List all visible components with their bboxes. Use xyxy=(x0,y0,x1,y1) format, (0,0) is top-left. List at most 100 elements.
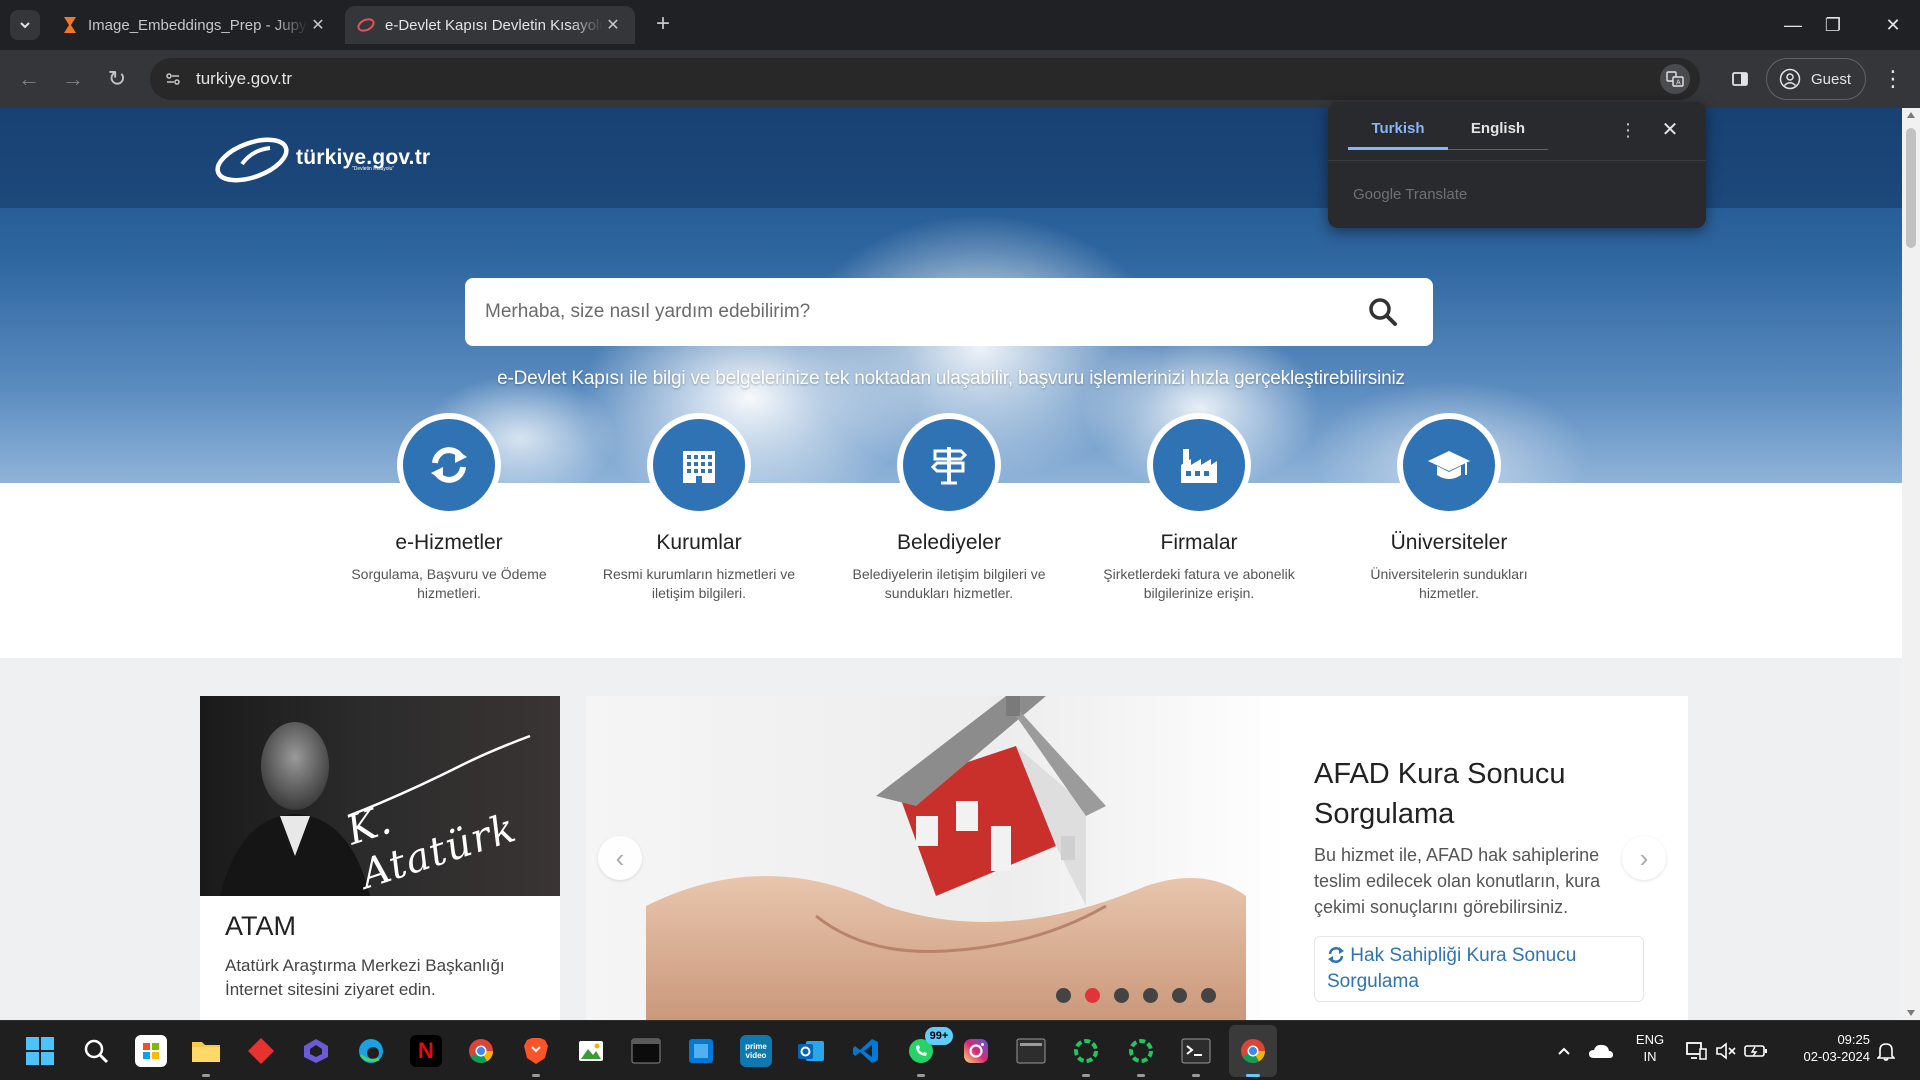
slide-link-button[interactable]: Hak Sahipliği Kura Sonucu Sorgulama xyxy=(1314,936,1644,1002)
brave-browser-icon[interactable] xyxy=(520,1035,552,1067)
translate-icon[interactable]: A xyxy=(1660,64,1690,94)
network-icon[interactable] xyxy=(1680,1035,1712,1067)
clock[interactable]: 09:25 02-03-2024 xyxy=(1780,1031,1871,1065)
category-title: e-Hizmetler xyxy=(395,531,503,554)
window-close-button[interactable]: ✕ xyxy=(1870,10,1916,40)
logo-tagline: "Devletin Kısayolu" xyxy=(352,166,395,172)
hero-tagline: e-Devlet Kapısı ile bilgi ve belgelerini… xyxy=(497,368,1405,389)
new-tab-button[interactable]: + xyxy=(650,12,676,38)
site-logo[interactable]: türkiye.gov.tr "Devletin Kısayolu" xyxy=(212,128,430,188)
side-panel-icon[interactable] xyxy=(1725,64,1755,94)
slider-dot[interactable] xyxy=(1172,988,1187,1003)
factory-icon xyxy=(1181,449,1217,483)
windows-taskbar: N prime video 99+ ENG IN 09:25 02-03-202… xyxy=(0,1020,1920,1080)
tab-search-button[interactable] xyxy=(10,10,40,40)
forward-button[interactable]: → xyxy=(58,64,88,94)
slider-dot[interactable] xyxy=(1114,988,1129,1003)
translate-brand: Google Translate xyxy=(1353,186,1468,203)
copilot-icon[interactable] xyxy=(300,1035,332,1067)
photos-app-icon[interactable] xyxy=(575,1035,607,1067)
slider-dot[interactable] xyxy=(1143,988,1158,1003)
terminal-icon[interactable] xyxy=(1180,1035,1212,1067)
running-indicator xyxy=(1192,1074,1200,1077)
file-explorer-icon[interactable] xyxy=(190,1035,222,1067)
chrome-icon[interactable] xyxy=(465,1035,497,1067)
running-indicator xyxy=(532,1074,540,1077)
scrollbar-thumb[interactable] xyxy=(1906,128,1916,248)
close-icon[interactable]: ✕ xyxy=(1658,118,1682,142)
category-title: Kurumlar xyxy=(656,531,742,554)
slider-dot-active[interactable] xyxy=(1085,988,1100,1003)
loading-ring-icon[interactable] xyxy=(1125,1035,1157,1067)
news-slider: ‹ › AFAD Kura Sonucu Sorgulama Bu hizmet… xyxy=(586,696,1688,1020)
tab-edevlet[interactable]: e-Devlet Kapısı Devletin Kısayolu ✕ xyxy=(345,6,635,44)
slide-link-label: Hak Sahipliği Kura Sonucu Sorgulama xyxy=(1327,945,1577,992)
category-title: Belediyeler xyxy=(897,531,1001,554)
windows-start-icon[interactable] xyxy=(24,1035,56,1067)
close-icon[interactable]: ✕ xyxy=(603,15,623,35)
slider-prev-button[interactable]: ‹ xyxy=(598,836,642,880)
window-app-icon[interactable] xyxy=(1015,1035,1047,1067)
page-viewport: türkiye.gov.tr "Devletin Kısayolu" e-Dev… xyxy=(0,108,1902,1020)
close-icon[interactable]: ✕ xyxy=(308,15,328,35)
logo-swoosh-icon xyxy=(215,137,289,183)
search-box xyxy=(465,278,1433,346)
search-input[interactable] xyxy=(485,278,1353,346)
category-title: Firmalar xyxy=(1160,531,1238,554)
slider-dot[interactable] xyxy=(1056,988,1071,1003)
scroll-up-arrow-icon[interactable] xyxy=(1907,112,1915,118)
speaker-muted-icon[interactable] xyxy=(1710,1035,1742,1067)
category-description: Şirketlerdeki fatura ve abonelik bilgile… xyxy=(1103,566,1295,601)
running-indicator xyxy=(917,1074,925,1077)
page-scrollbar[interactable] xyxy=(1902,108,1920,1020)
whatsapp-icon[interactable]: 99+ xyxy=(905,1027,953,1067)
netflix-icon[interactable]: N xyxy=(410,1035,442,1067)
terminal-app-icon[interactable] xyxy=(630,1035,662,1067)
chevron-up-icon[interactable] xyxy=(1548,1035,1580,1067)
building-icon xyxy=(683,451,715,483)
translate-source-tab[interactable]: Turkish xyxy=(1348,120,1448,150)
slider-dot[interactable] xyxy=(1201,988,1216,1003)
language-region: IN xyxy=(1643,1049,1657,1064)
signpost-icon xyxy=(930,447,968,485)
tab-jupyter[interactable]: Image_Embeddings_Prep - Jupyter ✕ xyxy=(50,6,340,44)
search-icon[interactable] xyxy=(80,1035,112,1067)
battery-icon[interactable] xyxy=(1740,1035,1772,1067)
category-description: Belediyelerin iletişim bilgileri ve sund… xyxy=(852,566,1046,601)
profile-button[interactable]: Guest xyxy=(1766,58,1866,100)
onedrive-cloud-icon[interactable] xyxy=(1585,1035,1617,1067)
input-language-indicator[interactable]: ENG IN xyxy=(1630,1031,1670,1065)
person-icon xyxy=(1779,68,1801,90)
notification-badge: 99+ xyxy=(925,1027,953,1045)
browser-menu-button[interactable]: ⋮ xyxy=(1878,64,1908,94)
translate-target-tab[interactable]: English xyxy=(1448,120,1548,150)
prime-video-icon[interactable]: prime video xyxy=(740,1035,772,1067)
slide-title: AFAD Kura Sonucu Sorgulama xyxy=(1314,758,1566,830)
loading-ring-icon[interactable] xyxy=(1070,1035,1102,1067)
search-icon[interactable] xyxy=(1353,282,1413,342)
reload-button[interactable]: ↻ xyxy=(102,64,132,94)
notification-bell-icon[interactable] xyxy=(1870,1035,1902,1067)
divider xyxy=(1328,160,1706,161)
tab-title: e-Devlet Kapısı Devletin Kısayolu xyxy=(385,16,603,34)
slider-pagination xyxy=(1056,988,1216,1003)
restore-button[interactable]: ❐ xyxy=(1810,10,1856,40)
translate-options-icon[interactable]: ⋮ xyxy=(1616,118,1640,142)
vscode-icon[interactable] xyxy=(850,1035,882,1067)
microsoft-store-icon[interactable] xyxy=(135,1035,167,1067)
atam-card[interactable]: K. Atatürk ATAM Atatürk Araştırma Merkez… xyxy=(200,696,560,1020)
scroll-down-arrow-icon[interactable] xyxy=(1907,1010,1915,1016)
blue-app-icon[interactable] xyxy=(685,1035,717,1067)
address-bar[interactable]: turkiye.gov.tr xyxy=(150,58,1700,100)
back-button[interactable]: ← xyxy=(14,64,44,94)
app-diamond-icon[interactable] xyxy=(245,1035,277,1067)
profile-label: Guest xyxy=(1811,70,1852,88)
url-text: turkiye.gov.tr xyxy=(196,69,293,88)
instagram-icon[interactable] xyxy=(960,1035,992,1067)
edge-browser-icon[interactable] xyxy=(355,1035,387,1067)
outlook-icon[interactable] xyxy=(795,1035,827,1067)
site-info-icon[interactable] xyxy=(158,64,188,94)
clock-time: 09:25 xyxy=(1837,1032,1870,1047)
chrome-icon[interactable] xyxy=(1237,1035,1269,1067)
active-indicator xyxy=(1246,1074,1260,1077)
